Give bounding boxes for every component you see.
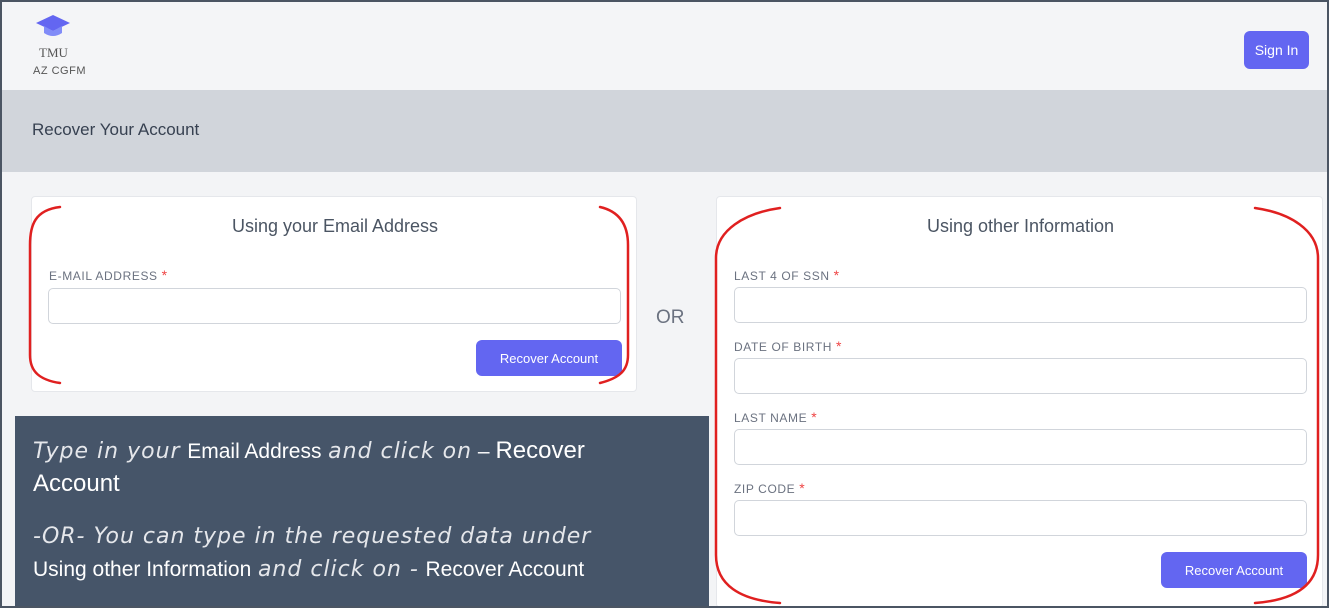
page-title-bar: Recover Your Account — [0, 90, 1329, 172]
ssn-input[interactable] — [734, 287, 1307, 323]
instruction-bold-other: Using other Information — [33, 558, 252, 581]
other-info-recovery-card: Using other Information LAST 4 OF SSN * D… — [716, 196, 1323, 608]
instruction-italic-2: and click on — [328, 439, 473, 464]
required-marker: * — [833, 267, 840, 283]
required-marker: * — [799, 480, 806, 496]
recover-account-button-other[interactable]: Recover Account — [1161, 552, 1307, 588]
email-input[interactable] — [48, 288, 621, 324]
zip-field-label: ZIP CODE * — [734, 480, 805, 496]
ssn-label-text: LAST 4 OF SSN — [734, 269, 830, 283]
graduation-cap-icon — [36, 15, 70, 36]
site-logo[interactable]: TMU AZ CGFM — [30, 15, 100, 85]
instruction-line-1: Type in your Email Address and click on … — [33, 434, 585, 468]
instruction-bold-email: Email Address — [187, 440, 322, 463]
last-name-label-text: LAST NAME — [734, 411, 808, 425]
instruction-bold-recover-account: Recover Account — [425, 558, 585, 581]
ssn-field-label: LAST 4 OF SSN * — [734, 267, 840, 283]
dob-label-text: DATE OF BIRTH — [734, 340, 833, 354]
instruction-line-3: -OR- You can type in the requested data … — [33, 519, 591, 553]
logo-subtitle: AZ CGFM — [33, 65, 86, 77]
instruction-callout: Type in your Email Address and click on … — [15, 416, 709, 608]
recover-account-button-email[interactable]: Recover Account — [476, 340, 622, 376]
top-header: TMU AZ CGFM Sign In — [0, 0, 1329, 90]
page-title: Recover Your Account — [32, 120, 200, 139]
zip-code-input[interactable] — [734, 500, 1307, 536]
instruction-line-4: Using other Information and click on - R… — [33, 552, 584, 586]
instruction-bold-account: Account — [33, 470, 120, 497]
instruction-italic-4: and click on - — [257, 557, 419, 582]
instruction-bold-recover: Recover — [495, 437, 585, 464]
instruction-line-2: Account — [33, 467, 120, 500]
other-card-heading: Using other Information — [926, 216, 1115, 236]
date-of-birth-input[interactable] — [734, 358, 1307, 394]
email-recovery-card: Using your Email Address E-MAIL ADDRESS *… — [31, 196, 637, 392]
or-separator: OR — [656, 307, 685, 328]
email-card-heading: Using your Email Address — [231, 216, 439, 236]
email-label-text: E-MAIL ADDRESS — [49, 269, 158, 283]
email-field-label: E-MAIL ADDRESS * — [49, 267, 168, 283]
instruction-italic-1: Type in your — [33, 439, 181, 464]
required-marker: * — [836, 338, 843, 354]
logo-name: TMU — [39, 45, 68, 60]
required-marker: * — [161, 267, 168, 283]
sign-in-button[interactable]: Sign In — [1244, 31, 1309, 69]
dob-field-label: DATE OF BIRTH * — [734, 338, 842, 354]
instruction-dash: – — [472, 440, 496, 463]
required-marker: * — [811, 409, 818, 425]
instruction-italic-3: -OR- You can type in the requested data … — [33, 524, 592, 549]
last-name-field-label: LAST NAME * — [734, 409, 817, 425]
zip-label-text: ZIP CODE — [734, 482, 796, 496]
last-name-input[interactable] — [734, 429, 1307, 465]
